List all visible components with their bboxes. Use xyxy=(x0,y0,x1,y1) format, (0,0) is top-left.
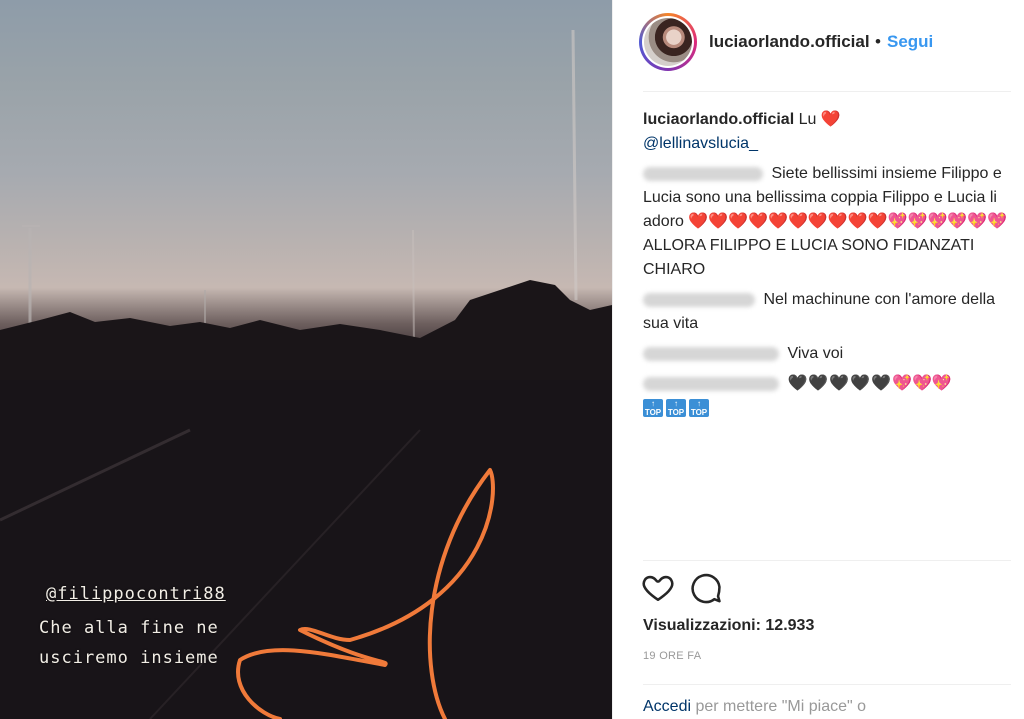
sparkle-heart-emoji-row: 💖💖💖 xyxy=(892,375,952,392)
list-item: Viva voi xyxy=(643,342,1011,366)
hidden-username[interactable] xyxy=(643,166,763,181)
separator-dot: • xyxy=(875,32,881,51)
top-emoji-icon: ↑ TOP xyxy=(666,398,686,417)
speech-bubble-icon[interactable] xyxy=(689,570,725,606)
comment-text: Viva voi xyxy=(787,345,844,362)
story-mention-text: @filippocontri88 xyxy=(46,584,226,604)
caption-mention-link[interactable]: @lellinavslucia_ xyxy=(643,135,758,152)
caption-username[interactable]: luciaorlando.official xyxy=(643,111,794,128)
caption-text: Lu xyxy=(798,111,817,128)
avatar-image xyxy=(644,18,692,66)
avatar[interactable] xyxy=(639,13,697,71)
post-header: luciaorlando.official • Segui xyxy=(613,0,1024,90)
view-count: Visualizzazioni: 12.933 xyxy=(643,617,815,634)
black-heart-emoji-row: 🖤🖤🖤🖤🖤 xyxy=(787,375,893,392)
header-divider xyxy=(643,91,1011,92)
follow-button[interactable]: Segui xyxy=(887,32,933,52)
list-item: 🖤🖤🖤🖤🖤💖💖💖 ↑ TOP↑ TOP↑ TOP xyxy=(643,372,1011,420)
hidden-username[interactable] xyxy=(643,346,779,361)
heart-outline-icon[interactable] xyxy=(641,570,677,606)
login-prompt: Accedi per mettere "Mi piace" o xyxy=(643,698,866,716)
hidden-username[interactable] xyxy=(643,376,779,391)
post-timestamp[interactable]: 19 ORE FA xyxy=(643,650,701,662)
actions-divider xyxy=(643,560,1011,561)
top-emoji-icon: ↑ TOP xyxy=(689,398,709,417)
post-side-panel: luciaorlando.official • Segui luciaorlan… xyxy=(612,0,1024,719)
comments-list: luciaorlando.official Lu ❤️ @lellinavslu… xyxy=(643,108,1011,426)
caption-comment: luciaorlando.official Lu ❤️ @lellinavslu… xyxy=(643,108,1011,156)
top-emoji-icon: ↑ TOP xyxy=(643,398,663,417)
list-item: Nel machinune con l'amore della sua vita xyxy=(643,288,1011,336)
login-link[interactable]: Accedi xyxy=(643,698,691,715)
heart-emoji-row: ❤️❤️❤️❤️❤️❤️❤️❤️❤️❤️💖💖💖💖💖💖 xyxy=(688,213,1008,230)
list-item: Siete bellissimi insieme Filippo e Lucia… xyxy=(643,162,1011,282)
login-prompt-text: per mettere "Mi piace" o xyxy=(691,698,867,715)
post-media[interactable]: @filippocontri88 Che alla fine ne uscire… xyxy=(0,0,612,719)
footer-divider xyxy=(643,684,1011,685)
post-actions xyxy=(641,570,1009,610)
story-caption-line1: Che alla fine ne xyxy=(39,618,219,638)
story-caption-line2: usciremo insieme xyxy=(39,648,219,668)
red-heart-emoji: ❤️ xyxy=(820,111,841,128)
hidden-username[interactable] xyxy=(643,292,755,307)
video-frame-scene xyxy=(0,29,612,719)
comment-text-tail: ALLORA FILIPPO E LUCIA SONO FIDANZATI CH… xyxy=(643,237,975,278)
header-username[interactable]: luciaorlando.official xyxy=(709,32,870,52)
